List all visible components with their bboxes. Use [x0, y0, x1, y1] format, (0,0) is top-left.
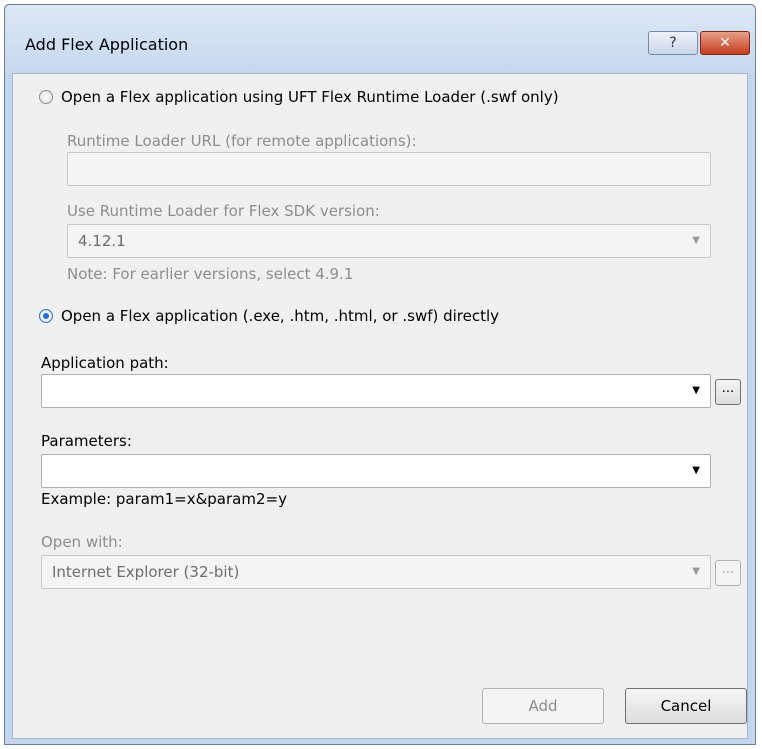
dialog-body: Open a Flex application using UFT Flex R…	[12, 73, 748, 739]
runtime-loader-url-label: Runtime Loader URL (for remote applicati…	[67, 132, 417, 150]
application-path-label: Application path:	[41, 354, 169, 372]
radio-direct-label[interactable]: Open a Flex application (.exe, .htm, .ht…	[61, 307, 499, 325]
sdk-version-select[interactable]: 4.12.1 ▼	[67, 224, 711, 258]
chevron-down-icon: ▼	[692, 566, 700, 577]
open-with-value: Internet Explorer (32-bit)	[52, 563, 240, 581]
application-path-combobox[interactable]: ▼	[41, 374, 711, 408]
cancel-button[interactable]: Cancel	[625, 688, 747, 724]
radio-direct[interactable]	[39, 309, 53, 323]
title-bar: Add Flex Application ? ✕	[5, 5, 755, 73]
runtime-loader-url-input[interactable]	[67, 152, 711, 186]
sdk-note: Note: For earlier versions, select 4.9.1	[67, 265, 354, 283]
sdk-version-label: Use Runtime Loader for Flex SDK version:	[67, 202, 380, 220]
parameters-label: Parameters:	[41, 432, 132, 450]
add-button[interactable]: Add	[482, 688, 604, 724]
chevron-down-icon: ▼	[692, 235, 700, 246]
dialog-window: Add Flex Application ? ✕ Open a Flex app…	[4, 4, 756, 745]
close-icon: ✕	[719, 35, 731, 51]
chevron-down-icon[interactable]: ▼	[692, 455, 700, 487]
application-path-browse-button[interactable]: ...	[715, 379, 741, 405]
help-icon: ?	[669, 35, 677, 51]
open-with-browse-button[interactable]: ...	[715, 560, 741, 586]
dialog-title: Add Flex Application	[25, 35, 189, 54]
radio-runtime-loader[interactable]	[39, 90, 53, 104]
open-with-select[interactable]: Internet Explorer (32-bit) ▼	[41, 555, 711, 589]
help-button[interactable]: ?	[648, 31, 698, 55]
radio-runtime-loader-label[interactable]: Open a Flex application using UFT Flex R…	[61, 88, 559, 106]
parameters-example: Example: param1=x&param2=y	[41, 490, 287, 508]
chevron-down-icon[interactable]: ▼	[692, 375, 700, 407]
parameters-combobox[interactable]: ▼	[41, 454, 711, 488]
close-button[interactable]: ✕	[700, 31, 750, 55]
open-with-label: Open with:	[41, 533, 123, 551]
sdk-version-value: 4.12.1	[78, 232, 126, 250]
